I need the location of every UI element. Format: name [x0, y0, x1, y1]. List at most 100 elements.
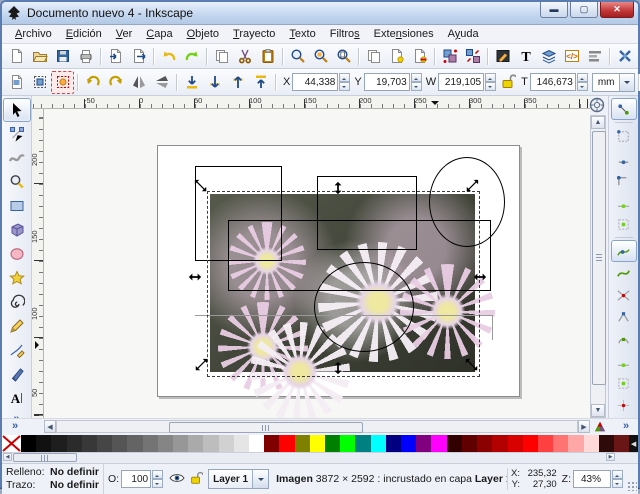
swatch-008080[interactable] [355, 435, 371, 452]
zoom-page-icon[interactable] [332, 45, 355, 68]
fill-stroke-dialog-icon[interactable] [491, 45, 514, 68]
swatch-none[interactable] [2, 435, 21, 452]
swatch-00ff00[interactable] [340, 435, 356, 452]
chevron-down-icon[interactable] [619, 73, 635, 91]
maximize-button[interactable]: ▢ [570, 2, 598, 18]
snap-bbox-icon[interactable] [611, 125, 637, 147]
w-field-spinner[interactable] [485, 73, 497, 91]
swatch-747474[interactable] [142, 435, 158, 452]
swatch-330000[interactable] [446, 435, 462, 452]
snap-line-midpoints-icon[interactable] [611, 350, 637, 372]
snap-path-intersections-icon[interactable] [611, 284, 637, 306]
swatch-646464[interactable] [127, 435, 143, 452]
lower-to-bottom-icon[interactable] [180, 71, 203, 94]
canvas-viewport[interactable] [44, 109, 590, 418]
opacity-spinner[interactable] [152, 470, 164, 488]
swatch-600000[interactable] [461, 435, 478, 452]
menu-capa[interactable]: Capa [139, 27, 179, 41]
close-button[interactable]: ✕ [600, 2, 634, 18]
scale-handle-ns[interactable] [331, 181, 345, 195]
copy-icon[interactable] [210, 45, 233, 68]
swatch-808000[interactable] [294, 435, 310, 452]
t-field-spinner[interactable] [576, 73, 588, 91]
swatch-ff0000[interactable] [279, 435, 295, 452]
raise-to-top-icon[interactable] [249, 71, 272, 94]
palette-scroll-thumb[interactable] [13, 453, 77, 462]
snapbar-overflow-chevron[interactable]: » [623, 420, 629, 432]
calligraphy-tool[interactable] [3, 362, 31, 386]
new-document-icon[interactable] [5, 45, 28, 68]
swatch-0000ff[interactable] [401, 435, 417, 452]
swatch-00ffff[interactable] [370, 435, 386, 452]
chevron-down-icon[interactable] [252, 470, 269, 488]
menu-texto[interactable]: Texto [282, 27, 322, 41]
box3d-tool[interactable] [3, 218, 31, 242]
align-dialog-icon[interactable] [583, 45, 606, 68]
color-profile-icon[interactable] [593, 420, 607, 439]
selection-tool[interactable] [2, 98, 31, 122]
save-document-icon[interactable] [51, 45, 74, 68]
swatch-464646[interactable] [97, 435, 113, 452]
ungroup-icon[interactable] [461, 45, 484, 68]
layers-dialog-icon[interactable] [537, 45, 560, 68]
swatch-ff00ff[interactable] [431, 435, 447, 452]
swatch-111111[interactable] [36, 435, 52, 452]
tweak-tool[interactable] [3, 146, 31, 170]
export-icon[interactable] [127, 45, 150, 68]
menu-archivo[interactable]: Archivo [8, 27, 59, 41]
duplicate-icon[interactable] [362, 45, 385, 68]
swatch-ffa6a6[interactable] [568, 435, 584, 452]
select-all-layers-icon[interactable] [28, 71, 51, 94]
vertical-scroll-thumb[interactable] [592, 131, 606, 385]
current-layer-dropdown[interactable]: Layer 1 [208, 469, 270, 489]
pencil-tool[interactable] [3, 314, 31, 338]
layer-visibility-icon[interactable] [169, 471, 185, 488]
y-field-input[interactable]: 19,703 [363, 73, 410, 91]
scroll-left-arrow[interactable]: ◀ [44, 420, 56, 433]
palette-shift-arrow[interactable]: ◀ [629, 435, 639, 452]
horizontal-ruler[interactable]: -50 0 50 100 150 200 250 300 350 [32, 96, 590, 109]
menu-ayuda[interactable]: Ayuda [441, 27, 486, 41]
swatch-800000[interactable] [264, 435, 280, 452]
spiral-tool[interactable] [3, 290, 31, 314]
swatch-008000[interactable] [325, 435, 341, 452]
scroll-down-arrow[interactable]: ▼ [591, 404, 605, 417]
w-field-input[interactable]: 219,105 [438, 73, 485, 91]
swatch-6b1616[interactable] [613, 435, 630, 452]
scroll-right-arrow[interactable]: ▶ [578, 420, 590, 433]
swatch-2b2b2b[interactable] [66, 435, 82, 452]
scale-handle-nesw[interactable] [465, 179, 479, 193]
text-dialog-icon[interactable]: T [514, 45, 537, 68]
snap-smooth-nodes-icon[interactable] [611, 328, 637, 350]
scale-handle-nwse[interactable] [194, 179, 208, 193]
swatch-b20000[interactable] [492, 435, 508, 452]
rectangle-tool[interactable] [3, 194, 31, 218]
swatch-800080[interactable] [416, 435, 432, 452]
snap-enable-icon[interactable] [610, 98, 637, 120]
snap-cusp-nodes-icon[interactable] [611, 306, 637, 328]
unlink-clone-icon[interactable] [408, 45, 431, 68]
menu-extensiones[interactable]: Extensiones [367, 27, 441, 41]
swatch-8b0000[interactable] [477, 435, 493, 452]
swatch-858585[interactable] [157, 435, 174, 452]
swatch-383838[interactable] [81, 435, 98, 452]
palette-scrollbar[interactable]: ◀ ▶ [2, 452, 638, 463]
x-field-spinner[interactable] [339, 73, 351, 91]
swatch-aaaaaa[interactable] [188, 435, 204, 452]
swatch-ff0000[interactable] [522, 435, 538, 452]
zoom-spinner[interactable] [612, 470, 623, 488]
swatch-1e1e1e[interactable] [51, 435, 67, 452]
zoom-selection-icon[interactable] [309, 45, 332, 68]
opacity-input[interactable]: 100 [121, 470, 152, 488]
swatch-555555[interactable] [112, 435, 128, 452]
node-tool[interactable] [3, 122, 31, 146]
scale-handle-ns[interactable] [331, 361, 345, 375]
star-tool[interactable] [3, 266, 31, 290]
pen-tool[interactable] [3, 338, 31, 362]
fill-stroke-indicator[interactable]: Relleno: No definir Trazo: No definir [2, 464, 104, 494]
swatch-000080[interactable] [385, 435, 402, 452]
print-icon[interactable] [74, 45, 97, 68]
preferences-icon[interactable] [613, 45, 636, 68]
swatch-979797[interactable] [173, 435, 189, 452]
redo-icon[interactable] [180, 45, 203, 68]
